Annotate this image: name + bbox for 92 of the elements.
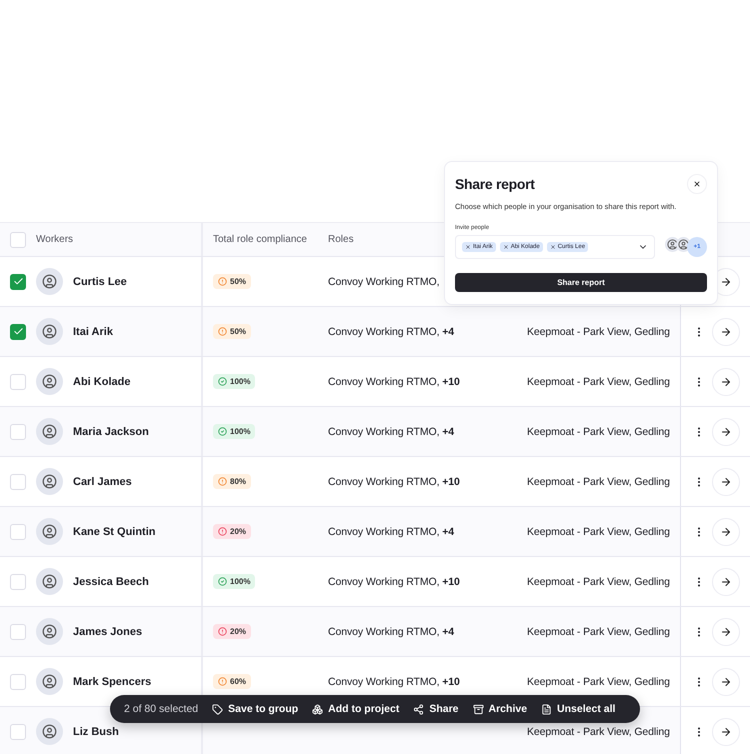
- worker-name: Kane St Quintin: [73, 526, 156, 538]
- arrow-right-icon: [720, 626, 732, 638]
- remove-icon: [502, 244, 509, 250]
- worker-name: Jessica Beech: [73, 576, 149, 588]
- arrow-right-icon: [720, 326, 732, 338]
- tag-icon: [212, 704, 224, 714]
- roles-text: Convoy Working RTMO, +10: [328, 376, 460, 388]
- worker-name: James Jones: [73, 626, 142, 638]
- avatar-icon: [36, 568, 63, 595]
- worker-name: Maria Jackson: [73, 426, 149, 438]
- roles-text: Convoy Working RTMO, +10: [328, 676, 460, 688]
- compliance-badge: 100%: [213, 424, 256, 439]
- arrow-right-icon: [720, 276, 732, 288]
- worker-name: Mark Spencers: [73, 676, 152, 688]
- archive-icon: [472, 704, 484, 714]
- location-text: Keepmoat - Park View, Gedling: [527, 326, 670, 338]
- toolbar-action[interactable]: Archive: [472, 703, 528, 715]
- check-icon: [12, 276, 24, 287]
- open-button[interactable]: [712, 718, 740, 746]
- worker-name: Liz Bush: [73, 726, 119, 738]
- avatar-icon: [36, 468, 63, 495]
- arrow-right-icon: [720, 376, 732, 388]
- worker-name: Carl James: [73, 476, 132, 488]
- arrow-right-icon: [720, 726, 732, 738]
- location-text: Keepmoat - Park View, Gedling: [527, 376, 670, 388]
- open-button[interactable]: [712, 468, 740, 496]
- avatar-icon: [36, 718, 63, 745]
- open-button[interactable]: [712, 368, 740, 396]
- roles-text: Convoy Working RTMO, +4: [328, 526, 454, 538]
- dialog-title: Share report: [455, 176, 535, 192]
- column-header: Roles: [328, 234, 354, 245]
- location-text: Keepmoat - Park View, Gedling: [527, 626, 670, 638]
- arrow-right-icon: [720, 476, 732, 488]
- roles-text: Convoy Working RTMO, +4: [328, 326, 454, 338]
- select-all-checkbox[interactable]: [10, 232, 26, 248]
- arrow-right-icon: [720, 676, 732, 688]
- open-button[interactable]: [712, 518, 740, 546]
- avatar-icon: [36, 668, 63, 695]
- location-text: Keepmoat - Park View, Gedling: [527, 426, 670, 438]
- close-icon: [693, 180, 701, 188]
- toolbar-action[interactable]: Share: [413, 703, 459, 715]
- selection-count: 2 of 80 selected: [124, 703, 198, 715]
- roles-text: Convoy Working RTMO,: [328, 276, 440, 288]
- roles-text: Convoy Working RTMO, +4: [328, 426, 454, 438]
- share-icon: [413, 704, 424, 714]
- column-header: Total role compliance: [213, 234, 307, 245]
- avatar-icon: [36, 318, 63, 345]
- compliance-badge: 50%: [213, 274, 252, 289]
- remove-icon: [550, 244, 556, 250]
- share-report-button[interactable]: Share report: [455, 273, 707, 292]
- row-checkbox[interactable]: [10, 274, 26, 290]
- boxes-icon: [312, 704, 324, 714]
- avatar-icon: [36, 368, 63, 395]
- check-icon: [12, 326, 24, 337]
- worker-name: Abi Kolade: [73, 376, 130, 388]
- remove-icon: [465, 244, 471, 250]
- open-button[interactable]: [712, 618, 740, 646]
- location-text: Keepmoat - Park View, Gedling: [527, 726, 670, 738]
- worker-name: Curtis Lee: [73, 276, 127, 288]
- open-button[interactable]: [712, 568, 740, 596]
- location-text: Keepmoat - Park View, Gedling: [527, 526, 670, 538]
- open-button[interactable]: [712, 318, 740, 346]
- location-text: Keepmoat - Park View, Gedling: [527, 576, 670, 588]
- compliance-badge: 60%: [213, 674, 252, 689]
- open-button[interactable]: [712, 418, 740, 446]
- row-checkbox[interactable]: [10, 324, 26, 340]
- open-button[interactable]: [712, 668, 740, 696]
- arrow-right-icon: [720, 526, 732, 538]
- toolbar-action[interactable]: Unselect all: [541, 703, 616, 715]
- avatar-icon: [36, 618, 63, 645]
- toolbar-action[interactable]: Save to group: [212, 703, 298, 715]
- compliance-badge: 50%: [213, 324, 252, 339]
- compliance-badge: 20%: [213, 524, 252, 539]
- avatar-icon: [36, 518, 63, 545]
- avatar-icon: [36, 418, 63, 445]
- roles-text: Convoy Working RTMO, +10: [328, 476, 460, 488]
- close-button[interactable]: [687, 174, 707, 194]
- roles-text: Convoy Working RTMO, +10: [328, 576, 460, 588]
- compliance-badge: 20%: [213, 624, 252, 639]
- location-text: Keepmoat - Park View, Gedling: [527, 476, 670, 488]
- compliance-badge: 80%: [213, 474, 252, 489]
- arrow-right-icon: [720, 426, 732, 438]
- compliance-badge: 100%: [213, 574, 256, 589]
- toolbar-action[interactable]: Add to project: [312, 703, 400, 715]
- compliance-badge: 100%: [213, 374, 256, 389]
- worker-name: Itai Arik: [73, 326, 113, 338]
- file-icon: [541, 704, 552, 714]
- arrow-right-icon: [720, 576, 732, 588]
- column-header: Workers: [36, 234, 74, 245]
- roles-text: Convoy Working RTMO, +4: [328, 626, 454, 638]
- location-text: Keepmoat - Park View, Gedling: [527, 676, 670, 688]
- avatar-icon: [36, 268, 63, 295]
